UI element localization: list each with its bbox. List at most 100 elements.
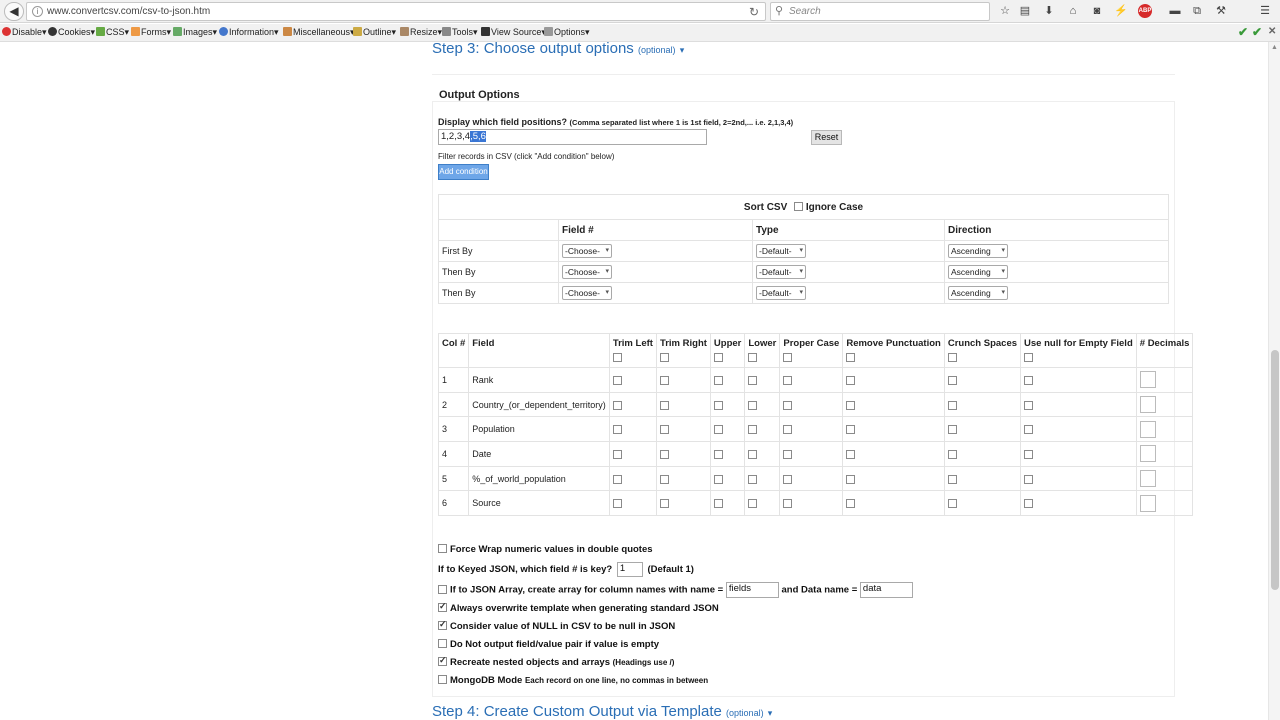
sort-type-select[interactable]: -Default- ▾: [756, 265, 806, 279]
sort-field-select[interactable]: -Choose- ▾: [562, 265, 612, 279]
upper-checkbox[interactable]: [713, 400, 723, 410]
home-icon[interactable]: ⌂: [1066, 4, 1080, 18]
reading-list-icon[interactable]: ▤: [1018, 4, 1032, 18]
use-null-checkbox[interactable]: [1024, 375, 1034, 385]
trim-right-checkbox[interactable]: [659, 375, 669, 385]
upper-checkbox[interactable]: [713, 474, 723, 484]
trim-left-checkbox[interactable]: [612, 425, 622, 435]
valid-html-check-icon[interactable]: ✔: [1238, 25, 1248, 39]
notes-icon[interactable]: ▬: [1168, 4, 1182, 18]
all-lower-checkbox[interactable]: [748, 353, 758, 362]
lower-checkbox[interactable]: [748, 425, 758, 435]
crunch-spaces-checkbox[interactable]: [947, 449, 957, 459]
sort-direction-select[interactable]: Ascending ▾: [948, 265, 1008, 279]
remove-punctuation-checkbox[interactable]: [846, 375, 856, 385]
valid-css-check-icon[interactable]: ✔: [1252, 25, 1262, 39]
scroll-up-icon[interactable]: ▲: [1271, 44, 1278, 51]
proper-case-checkbox[interactable]: [783, 499, 793, 509]
dev-information-menu[interactable]: Information▾: [219, 27, 279, 38]
trim-left-checkbox[interactable]: [612, 449, 622, 459]
dev-disable-menu[interactable]: Disable▾: [2, 27, 47, 38]
trim-left-checkbox[interactable]: [612, 499, 622, 509]
proper-case-checkbox[interactable]: [783, 400, 793, 410]
positions-input[interactable]: 1,2,3,4,5,6: [438, 129, 707, 145]
dev-images-menu[interactable]: Images▾: [173, 27, 217, 38]
lower-checkbox[interactable]: [748, 449, 758, 459]
mongodb-checkbox[interactable]: [438, 675, 447, 684]
proper-case-checkbox[interactable]: [783, 474, 793, 484]
all-use-null-checkbox[interactable]: [1024, 353, 1034, 362]
nested-checkbox[interactable]: [438, 655, 447, 666]
dev-tools-menu[interactable]: Tools▾: [442, 27, 478, 38]
info-icon[interactable]: i: [32, 6, 43, 17]
remove-punctuation-checkbox[interactable]: [846, 400, 856, 410]
reload-icon[interactable]: ↻: [749, 5, 759, 19]
dev-options-menu[interactable]: Options▾: [544, 27, 590, 38]
decimals-input[interactable]: [1139, 445, 1156, 463]
use-null-checkbox[interactable]: [1024, 400, 1034, 410]
step4-title[interactable]: Step 4: Create Custom Output via Templat…: [432, 703, 772, 720]
proper-case-checkbox[interactable]: [783, 425, 793, 435]
remove-punctuation-checkbox[interactable]: [846, 449, 856, 459]
download-icon[interactable]: ⬇: [1042, 4, 1056, 18]
all-upper-checkbox[interactable]: [713, 353, 723, 362]
sort-type-select[interactable]: -Default- ▾: [756, 244, 806, 258]
use-null-checkbox[interactable]: [1024, 425, 1034, 435]
all-remove-punctuation-checkbox[interactable]: [846, 353, 856, 362]
decimals-input[interactable]: [1139, 420, 1156, 438]
json-array-name-input[interactable]: fields: [725, 582, 779, 598]
lower-checkbox[interactable]: [748, 375, 758, 385]
crunch-spaces-checkbox[interactable]: [947, 425, 957, 435]
dev-cookies-menu[interactable]: Cookies▾: [48, 27, 95, 38]
dev-forms-menu[interactable]: Forms▾: [131, 27, 171, 38]
all-trim-left-checkbox[interactable]: [612, 353, 622, 362]
remove-punctuation-checkbox[interactable]: [846, 499, 856, 509]
crunch-spaces-checkbox[interactable]: [947, 400, 957, 410]
trim-left-checkbox[interactable]: [612, 474, 622, 484]
translate-icon[interactable]: ⧉: [1190, 4, 1204, 18]
proper-case-checkbox[interactable]: [783, 449, 793, 459]
json-array-checkbox[interactable]: [438, 584, 447, 594]
decimals-input[interactable]: [1139, 371, 1156, 389]
search-bar[interactable]: ⚲ Search: [770, 2, 990, 21]
trim-right-checkbox[interactable]: [659, 499, 669, 509]
sort-direction-select[interactable]: Ascending ▾: [948, 244, 1008, 258]
url-bar[interactable]: i www.convertcsv.com/csv-to-json.htm ↻: [26, 2, 766, 21]
menu-icon[interactable]: ☰: [1258, 4, 1272, 18]
sort-type-select[interactable]: -Default- ▾: [756, 286, 806, 300]
scrollbar-thumb[interactable]: [1271, 350, 1279, 590]
decimals-input[interactable]: [1139, 470, 1156, 488]
dev-view-source-menu[interactable]: View Source▾: [481, 27, 546, 38]
add-condition-button[interactable]: Add condition: [438, 164, 489, 180]
crunch-spaces-checkbox[interactable]: [947, 499, 957, 509]
adblock-icon[interactable]: ABP: [1138, 4, 1152, 18]
upper-checkbox[interactable]: [713, 449, 723, 459]
back-button[interactable]: ◀: [4, 2, 24, 21]
trim-right-checkbox[interactable]: [659, 474, 669, 484]
close-toolbar-icon[interactable]: ✕: [1268, 26, 1276, 37]
step3-title[interactable]: Step 3: Choose output options (optional)…: [432, 40, 684, 57]
page-scrollbar[interactable]: ▲: [1268, 42, 1280, 720]
crunch-spaces-checkbox[interactable]: [947, 375, 957, 385]
remove-punctuation-checkbox[interactable]: [846, 474, 856, 484]
lower-checkbox[interactable]: [748, 499, 758, 509]
all-trim-right-checkbox[interactable]: [659, 353, 669, 362]
reset-button[interactable]: Reset: [811, 130, 842, 145]
sort-field-select[interactable]: -Choose- ▾: [562, 244, 612, 258]
trim-right-checkbox[interactable]: [659, 449, 669, 459]
lower-checkbox[interactable]: [748, 474, 758, 484]
trim-left-checkbox[interactable]: [612, 375, 622, 385]
trim-right-checkbox[interactable]: [659, 425, 669, 435]
overwrite-checkbox[interactable]: [438, 601, 447, 612]
upper-checkbox[interactable]: [713, 425, 723, 435]
dev-outline-menu[interactable]: Outline▾: [353, 27, 396, 38]
trim-left-checkbox[interactable]: [612, 400, 622, 410]
extension-icon[interactable]: ⚡: [1114, 4, 1128, 18]
upper-checkbox[interactable]: [713, 375, 723, 385]
all-proper-case-checkbox[interactable]: [783, 353, 793, 362]
upper-checkbox[interactable]: [713, 499, 723, 509]
crunch-spaces-checkbox[interactable]: [947, 474, 957, 484]
data-name-input[interactable]: data: [859, 582, 913, 598]
sort-direction-select[interactable]: Ascending ▾: [948, 286, 1008, 300]
decimals-input[interactable]: [1139, 396, 1156, 414]
